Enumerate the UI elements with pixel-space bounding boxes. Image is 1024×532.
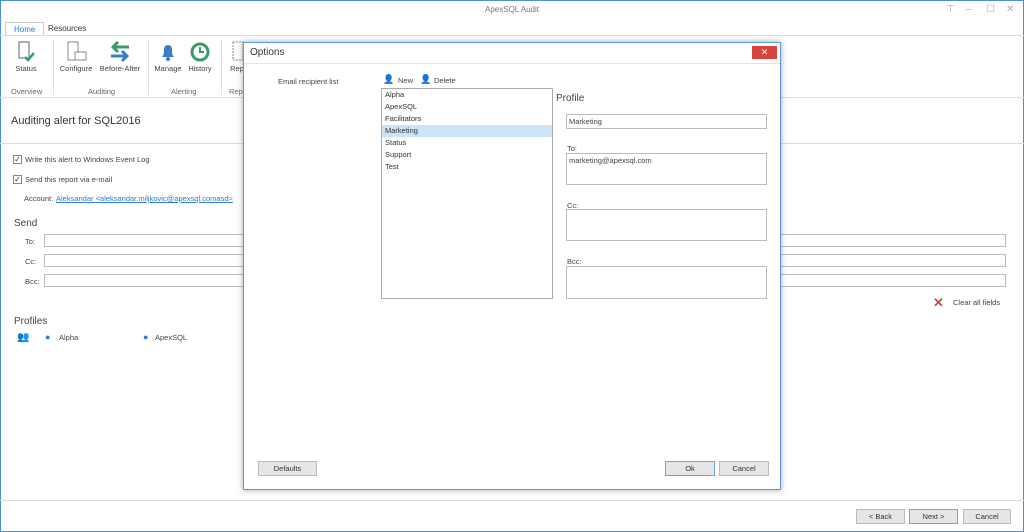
options-dialog: Options ✕ Email recipient list 👤 New 👤 D…: [243, 42, 781, 490]
clear-icon[interactable]: ✕: [933, 295, 944, 311]
history-button[interactable]: History: [186, 40, 214, 73]
email-recipient-list-label: Email recipient list: [278, 77, 339, 86]
profile-cc-input[interactable]: [566, 209, 767, 241]
manage-label: Manage: [154, 64, 182, 73]
send-email-checkbox[interactable]: ✓: [13, 175, 22, 184]
profile-name-input[interactable]: Marketing: [566, 114, 767, 129]
recipient-list[interactable]: Alpha ApexSQL Facilitators Marketing Sta…: [381, 88, 553, 299]
divider: [221, 40, 222, 95]
configure-label: Configure: [59, 64, 93, 73]
list-item[interactable]: Facilitators: [382, 113, 552, 125]
send-email-label: Send this report via e-mail: [25, 175, 113, 184]
status-label: Status: [15, 64, 37, 73]
clear-all-fields-button[interactable]: Clear all fields: [953, 298, 1000, 307]
app-title: ApexSQL Audit: [485, 5, 539, 14]
list-item[interactable]: Test: [382, 161, 552, 173]
profile-to-input[interactable]: marketing@apexsql.com: [566, 153, 767, 185]
list-item[interactable]: Support: [382, 149, 552, 161]
ok-button[interactable]: Ok: [665, 461, 715, 476]
manage-button[interactable]: Manage: [153, 40, 183, 73]
bell-icon: [153, 40, 183, 64]
divider: [53, 40, 54, 95]
user-icon: ●: [143, 332, 149, 342]
dialog-cancel-button[interactable]: Cancel: [719, 461, 769, 476]
account-label: Account:: [24, 194, 54, 203]
account-link[interactable]: Aleksandar <aleksandar.miljkovic@apexsql…: [56, 194, 233, 203]
event-log-checkbox[interactable]: ✓: [13, 155, 22, 164]
list-item[interactable]: Alpha: [382, 89, 552, 101]
restore-ribbon-icon[interactable]: ⊤: [946, 4, 955, 15]
dialog-title: Options: [250, 47, 285, 58]
report-button[interactable]: Rep: [230, 40, 244, 73]
group-reports: Rep: [229, 87, 243, 96]
report-label: Rep: [230, 64, 244, 73]
group-alerting: Alerting: [171, 87, 197, 96]
server-check-icon: [10, 40, 42, 64]
defaults-button[interactable]: Defaults: [258, 461, 317, 476]
profile-settings-icon[interactable]: 👥: [17, 332, 29, 343]
bcc-label: Bcc:: [25, 277, 40, 286]
user-icon: ●: [45, 332, 51, 342]
history-label: History: [188, 64, 212, 73]
dialog-close-button[interactable]: ✕: [752, 46, 777, 59]
before-after-label: Before-After: [99, 64, 141, 73]
server-config-icon: [58, 40, 94, 64]
group-auditing: Auditing: [88, 87, 116, 96]
event-log-label: Write this alert to Windows Event Log: [25, 155, 150, 164]
delete-user-icon: 👤: [420, 74, 432, 84]
tab-resources[interactable]: Resources: [40, 22, 94, 36]
next-button[interactable]: Next >: [909, 509, 958, 524]
minimize-button[interactable]: –: [966, 4, 972, 15]
group-overview: Overview: [11, 87, 43, 96]
profile-item[interactable]: Alpha: [59, 333, 78, 342]
divider: [0, 500, 1024, 501]
new-button[interactable]: New: [398, 76, 413, 85]
swap-arrows-icon: [98, 40, 142, 64]
profile-bcc-input[interactable]: [566, 266, 767, 299]
list-item[interactable]: ApexSQL: [382, 101, 552, 113]
divider: [244, 63, 780, 64]
page-title: Auditing alert for SQL2016: [11, 115, 141, 127]
status-button[interactable]: Status: [10, 40, 42, 73]
maximize-button[interactable]: ☐: [986, 4, 995, 15]
send-title: Send: [14, 218, 38, 229]
add-user-icon: 👤: [383, 74, 395, 84]
tab-home[interactable]: Home: [5, 22, 45, 36]
profile-title: Profile: [556, 93, 585, 104]
back-button[interactable]: < Back: [856, 509, 905, 524]
close-button[interactable]: ✕: [1006, 4, 1014, 15]
profile-to-label: To:: [567, 144, 578, 153]
list-item[interactable]: Status: [382, 137, 552, 149]
profile-bcc-label: Bcc:: [567, 257, 582, 266]
profile-item[interactable]: ApexSQL: [155, 333, 187, 342]
divider: [148, 40, 149, 95]
list-item-selected[interactable]: Marketing: [382, 125, 552, 137]
history-icon: [186, 40, 214, 64]
cc-label: Cc:: [25, 257, 37, 266]
cancel-button[interactable]: Cancel: [963, 509, 1011, 524]
profiles-title: Profiles: [14, 316, 48, 327]
before-after-button[interactable]: Before-After: [98, 40, 142, 73]
delete-button[interactable]: Delete: [434, 76, 456, 85]
configure-button[interactable]: Configure: [58, 40, 94, 73]
to-label: To:: [25, 237, 36, 246]
report-icon: [230, 40, 244, 64]
